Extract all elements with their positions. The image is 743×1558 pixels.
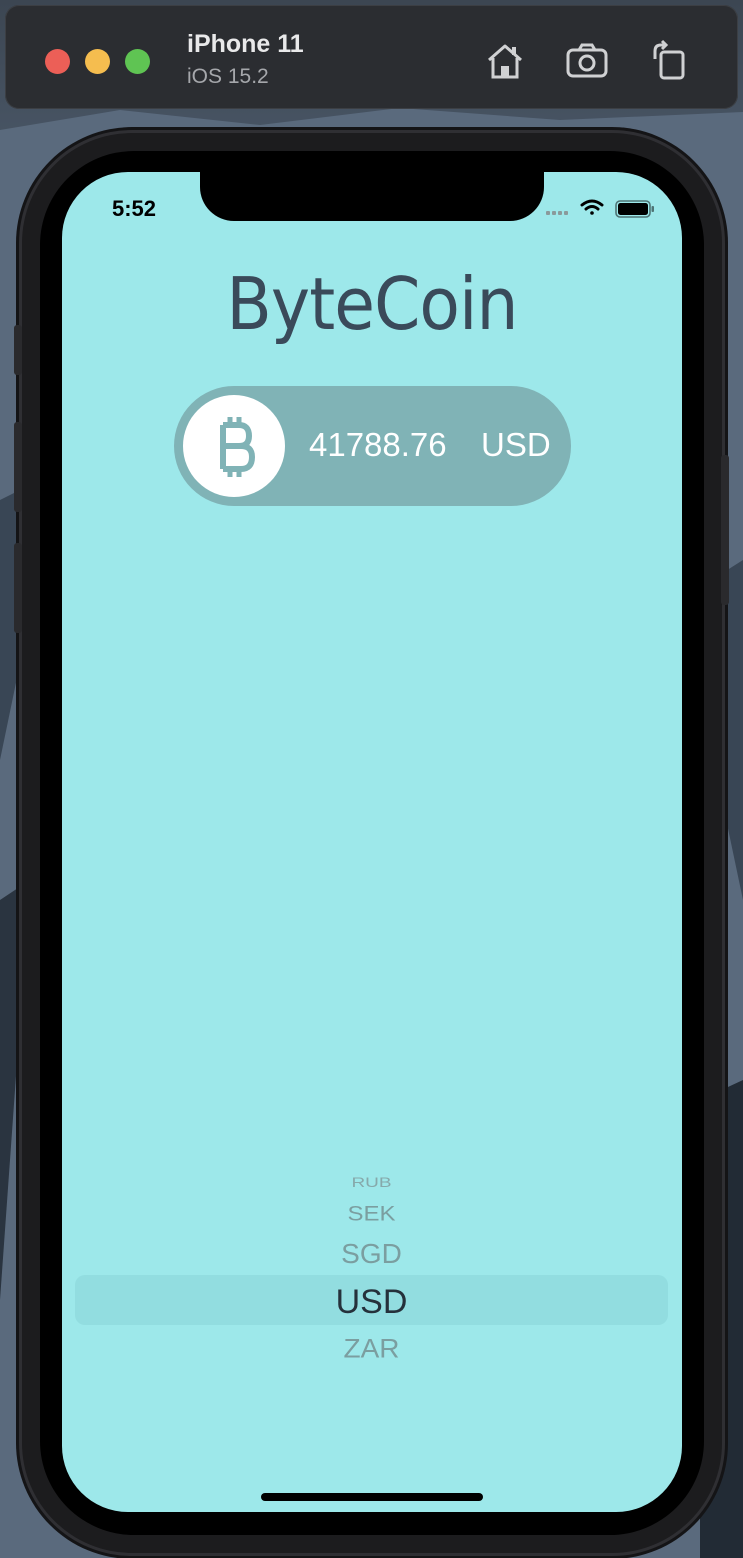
os-version: iOS 15.2 — [187, 65, 269, 88]
coin-badge — [183, 395, 285, 497]
close-window-button[interactable] — [45, 49, 70, 74]
screenshot-button[interactable] — [565, 39, 609, 83]
currency-picker[interactable]: RUB SEK SGD USD ZAR — [75, 1158, 668, 1368]
price-value: 41788.76 — [309, 426, 447, 463]
picker-row-selected[interactable]: USD — [75, 1283, 668, 1322]
mute-switch — [14, 325, 22, 375]
app-screen: 5:52 ByteCoin 41788.76 USD RUB SEK SGD U… — [62, 172, 682, 1512]
picker-row-partial — [75, 1160, 668, 1164]
screenshot-icon — [566, 43, 608, 78]
rotate-icon — [653, 39, 685, 80]
home-icon — [488, 44, 522, 79]
wifi-icon — [580, 199, 604, 215]
rotate-button[interactable] — [647, 39, 691, 83]
picker-row[interactable]: ZAR — [75, 1334, 668, 1364]
picker-row[interactable]: SGD — [75, 1238, 668, 1270]
home-indicator[interactable] — [261, 1493, 483, 1501]
battery-icon — [615, 200, 654, 218]
bitcoin-icon — [220, 417, 255, 477]
price-currency: USD — [481, 426, 551, 463]
signal-icon — [546, 211, 568, 215]
picker-row[interactable]: RUB — [75, 1175, 668, 1192]
volume-up-button — [14, 422, 22, 512]
price-display: 41788.76 USD — [174, 386, 571, 506]
status-time: 5:52 — [112, 196, 157, 221]
status-icons — [546, 199, 654, 218]
picker-row[interactable]: SEK — [75, 1201, 668, 1226]
app-title: ByteCoin — [226, 262, 518, 346]
power-button — [721, 455, 729, 605]
device-name: iPhone 11 — [187, 30, 304, 58]
notch — [200, 172, 544, 221]
volume-down-button — [14, 543, 22, 633]
simulator-titlebar: iPhone 11 iOS 15.2 — [5, 5, 738, 109]
minimize-window-button[interactable] — [85, 49, 110, 74]
home-button[interactable] — [483, 39, 527, 83]
zoom-window-button[interactable] — [125, 49, 150, 74]
